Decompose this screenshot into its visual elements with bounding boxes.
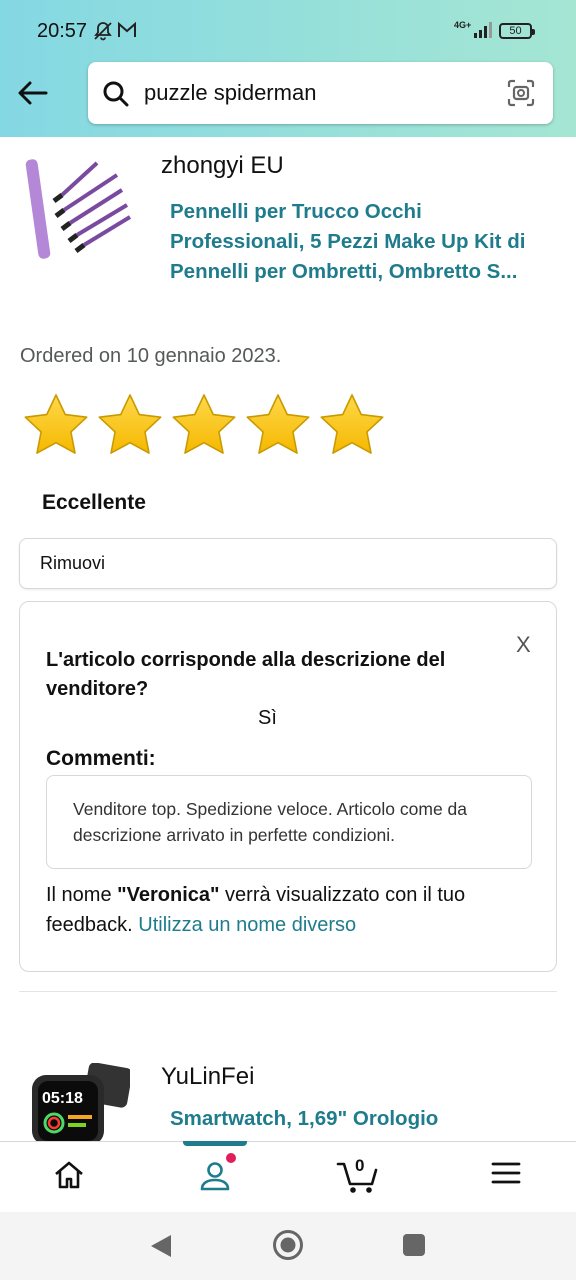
note-prefix: Il nome xyxy=(46,884,118,906)
order-date: Ordered on 10 gennaio 2023. xyxy=(20,345,282,367)
system-recents-icon[interactable] xyxy=(402,1233,426,1257)
comment-field[interactable]: Venditore top. Spedizione veloce. Artico… xyxy=(46,775,532,869)
system-back-icon[interactable] xyxy=(149,1233,173,1259)
seller-feedback-card: X L'articolo corrisponde alla descrizion… xyxy=(19,601,557,972)
star-icon[interactable] xyxy=(170,392,238,460)
nav-cart[interactable] xyxy=(318,1142,398,1212)
nav-home[interactable] xyxy=(29,1142,109,1212)
product-title-link[interactable]: Pennelli per Trucco Occhi Professionali,… xyxy=(170,197,530,287)
app-header: 20:57 4G+ 50 xyxy=(0,0,576,137)
system-home-icon[interactable] xyxy=(272,1229,304,1261)
arrow-left-icon xyxy=(18,81,48,105)
signal-icon xyxy=(474,22,494,43)
cart-count: 0 xyxy=(355,1156,365,1175)
menu-icon xyxy=(491,1162,521,1184)
system-navigation-bar xyxy=(0,1212,576,1280)
back-button[interactable] xyxy=(14,74,52,112)
divider xyxy=(19,991,557,992)
seller-name: zhongyi EU xyxy=(161,152,284,179)
camera-scan-icon[interactable] xyxy=(506,78,536,113)
close-icon[interactable]: X xyxy=(516,632,531,658)
search-icon[interactable] xyxy=(102,80,130,113)
comments-label: Commenti: xyxy=(46,747,156,770)
notification-badge xyxy=(226,1153,236,1163)
star-icon[interactable] xyxy=(244,392,312,460)
rating-label: Eccellente xyxy=(42,491,146,514)
bell-muted-icon xyxy=(92,20,114,47)
display-name-note: Il nome "Veronica" verrà visualizzato co… xyxy=(46,880,536,940)
use-different-name-link[interactable]: Utilizza un nome diverso xyxy=(138,914,356,936)
feedback-answer: Sì xyxy=(258,707,277,729)
home-icon xyxy=(55,1161,83,1189)
nav-account[interactable] xyxy=(175,1142,255,1212)
product-image[interactable] xyxy=(22,155,132,263)
product-image[interactable]: 05:18 xyxy=(26,1063,130,1141)
star-icon[interactable] xyxy=(96,392,164,460)
status-time: 20:57 xyxy=(37,20,88,42)
product-title-link[interactable]: Smartwatch, 1,69" Orologio xyxy=(170,1107,438,1131)
account-icon xyxy=(200,1162,230,1191)
nav-menu[interactable] xyxy=(466,1142,546,1212)
feedback-question: L'articolo corrisponde alla descrizione … xyxy=(46,649,446,700)
battery-indicator: 50 xyxy=(499,23,535,39)
star-icon[interactable] xyxy=(318,392,386,460)
network-type: 4G+ xyxy=(454,20,472,30)
remove-rating-button[interactable]: Rimuovi xyxy=(19,538,557,589)
bottom-navigation: 0 xyxy=(0,1141,576,1212)
status-bar: 20:57 4G+ 50 xyxy=(0,0,576,60)
seller-name: YuLinFei xyxy=(161,1063,255,1090)
star-rating[interactable] xyxy=(22,392,386,460)
gmail-icon xyxy=(117,21,137,44)
search-bar[interactable] xyxy=(88,62,553,124)
search-input[interactable] xyxy=(144,76,484,110)
reviewer-name: "Veronica" xyxy=(117,884,220,906)
star-icon[interactable] xyxy=(22,392,90,460)
watch-face-time: 05:18 xyxy=(42,1090,83,1107)
